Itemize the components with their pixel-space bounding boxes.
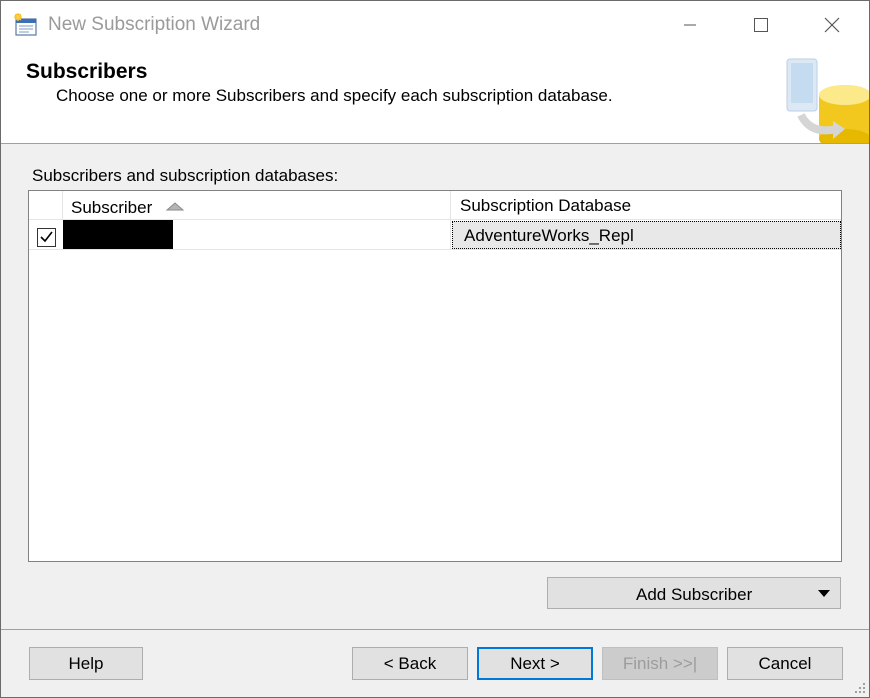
page-title: Subscribers <box>26 60 148 83</box>
grid-label: Subscribers and subscription databases: <box>32 166 339 185</box>
add-subscriber-button[interactable]: Add Subscriber <box>547 577 841 609</box>
subscriber-column-header[interactable]: Subscriber <box>63 191 451 220</box>
table-row[interactable]: AdventureWorks_Repl <box>29 220 841 250</box>
sort-ascending-icon <box>166 202 184 211</box>
cancel-button[interactable]: Cancel <box>727 647 843 680</box>
next-button[interactable]: Next > <box>477 647 593 680</box>
redacted-subscriber-name <box>63 220 173 249</box>
minimize-button[interactable] <box>659 1 721 49</box>
grid-header: Subscriber Subscription Database <box>29 191 841 220</box>
add-subscriber-label: Add Subscriber <box>636 585 753 604</box>
footer-divider <box>1 629 869 630</box>
minimize-icon <box>684 24 696 26</box>
checkbox-column-header <box>29 191 63 220</box>
subscription-database-value: AdventureWorks_Repl <box>464 226 634 245</box>
subscribers-grid[interactable]: Subscriber Subscription Database Adventu… <box>28 190 842 562</box>
subscriber-column-label: Subscriber <box>71 198 153 217</box>
resize-grip-icon[interactable] <box>853 681 867 695</box>
wizard-window: New Subscription Wizard Subscribers Choo… <box>0 0 870 698</box>
wizard-header: Subscribers Choose one or more Subscribe… <box>1 49 870 149</box>
database-column-label: Subscription Database <box>460 196 632 215</box>
database-column-header[interactable]: Subscription Database <box>451 191 841 220</box>
close-button[interactable] <box>801 1 863 49</box>
wizard-app-icon <box>13 13 39 37</box>
window-title: New Subscription Wizard <box>48 14 261 35</box>
title-bar: New Subscription Wizard <box>1 1 869 49</box>
subscriber-checkbox[interactable] <box>37 228 56 247</box>
back-button[interactable]: < Back <box>352 647 468 680</box>
subscriber-cell[interactable] <box>63 220 451 250</box>
database-replication-icon <box>781 51 870 149</box>
subscription-database-cell[interactable]: AdventureWorks_Repl <box>452 221 841 249</box>
maximize-button[interactable] <box>730 1 792 49</box>
maximize-icon <box>754 18 768 32</box>
close-icon <box>824 17 840 33</box>
help-button[interactable]: Help <box>29 647 143 680</box>
checkmark-icon <box>40 231 53 243</box>
finish-button[interactable]: Finish >>| <box>602 647 718 680</box>
page-subtitle: Choose one or more Subscribers and speci… <box>56 86 613 105</box>
dropdown-arrow-icon <box>818 590 830 597</box>
